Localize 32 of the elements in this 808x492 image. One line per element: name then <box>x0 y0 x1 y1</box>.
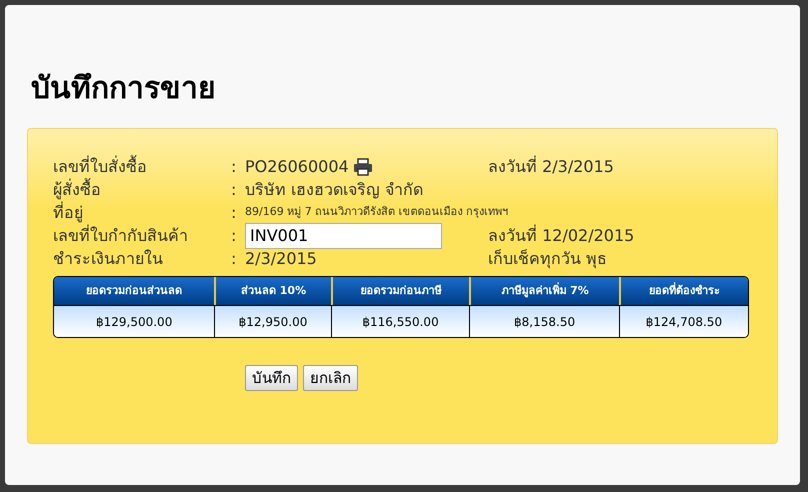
field-value: บริษัท เฮงฮวดเจริญ จำกัด <box>245 178 424 200</box>
column-header: ยอดรวมก่อนส่วนลด <box>54 277 214 305</box>
invoice-number-field[interactable]: INV001 <box>245 222 442 248</box>
field-label: ที่อยู่ <box>53 200 84 224</box>
table-cell: ฿12,950.00 <box>214 305 331 337</box>
dialog-title: บันทึกการขาย <box>31 70 217 108</box>
form-button[interactable]: ยกเลิก <box>303 365 358 391</box>
field-note: เก็บเช็คทุกวัน พุธ <box>488 248 608 270</box>
order-number: PO26060004 <box>245 156 349 178</box>
field-label: ผู้สั่งซื้อ <box>53 178 102 202</box>
field-note: ลงวันที่ 12/02/2015 <box>488 224 634 246</box>
column-header: ส่วนลด 10% <box>214 277 331 305</box>
table-cell: ฿124,708.50 <box>618 305 748 337</box>
column-header: ยอดรวมก่อนภาษี <box>330 277 470 305</box>
table-cell: ฿116,550.00 <box>330 305 470 337</box>
field-label: ชำระเงินภายใน <box>53 248 164 270</box>
table-cell: ฿8,158.50 <box>469 305 619 337</box>
field-value: 2/3/2015 <box>245 248 317 270</box>
colon: : <box>231 178 238 200</box>
column-header: ยอดที่ต้องชำระ <box>618 277 748 305</box>
colon: : <box>231 224 238 246</box>
field-label: เลขที่ใบสั่งซื้อ <box>53 154 148 178</box>
field-label: เลขที่ใบกำกับสินค้า <box>53 224 189 246</box>
column-header: ภาษีมูลค่าเพิ่ม 7% <box>469 277 619 305</box>
colon: : <box>231 248 238 270</box>
colon: : <box>231 156 238 178</box>
form-button[interactable]: บันทึก <box>245 365 298 391</box>
address-text: 89/169 หมู่ 7 ถนนวิภาวดีรังสิต เขตดอนเมือง กรุงเทพฯ <box>245 204 508 220</box>
table-cell: ฿129,500.00 <box>54 305 214 337</box>
colon: : <box>231 202 238 224</box>
printer-icon[interactable] <box>352 158 373 176</box>
field-note: ลงวันที่ 2/3/2015 <box>488 154 614 178</box>
